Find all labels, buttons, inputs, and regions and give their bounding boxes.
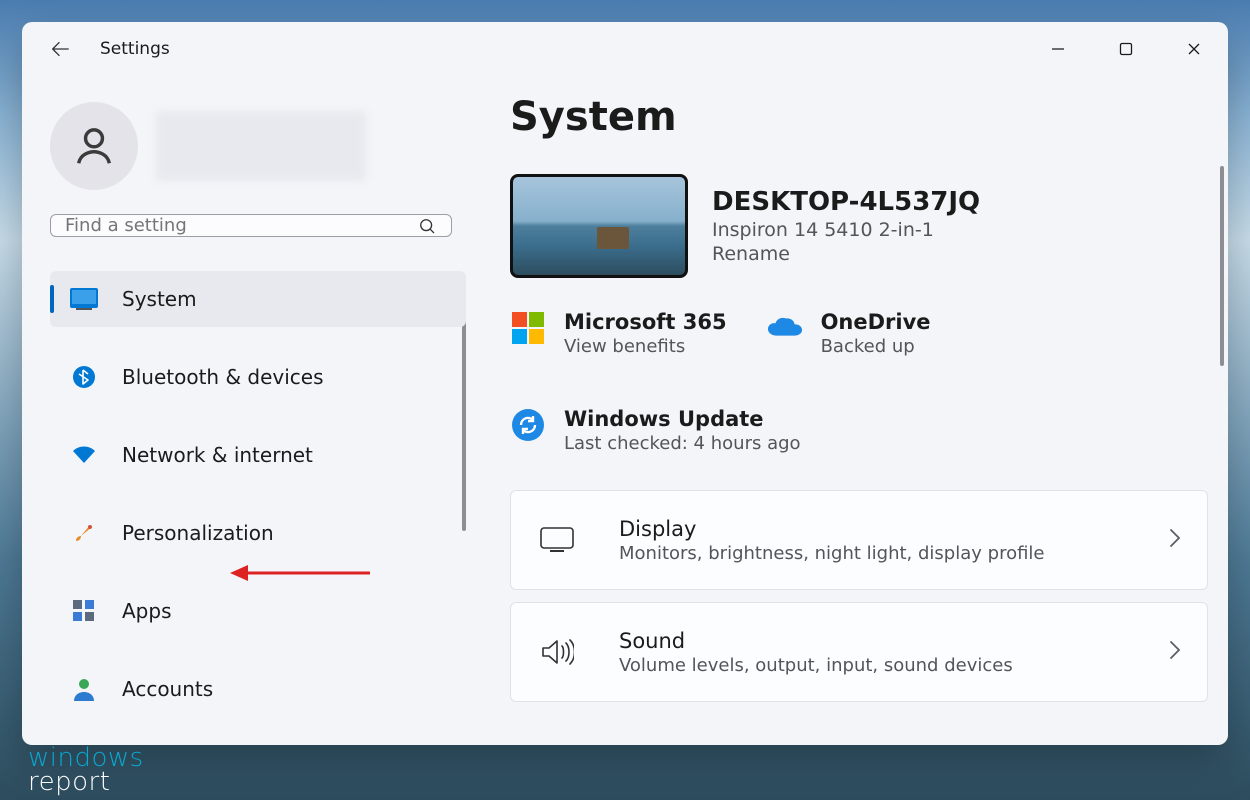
- pc-card: DESKTOP-4L537JQ Inspiron 14 5410 2-in-1 …: [510, 174, 1208, 278]
- tile-subtitle: Last checked: 4 hours ago: [564, 433, 801, 454]
- chevron-right-icon: [1169, 640, 1181, 664]
- pc-model: Inspiron 14 5410 2-in-1: [712, 219, 980, 241]
- setting-row-display[interactable]: Display Monitors, brightness, night ligh…: [510, 490, 1208, 590]
- sound-icon: [537, 632, 577, 672]
- close-icon: [1187, 42, 1201, 56]
- microsoft-logo-icon: [510, 310, 546, 346]
- nav: System Bluetooth & devices Network & int…: [50, 271, 466, 745]
- pc-name: DESKTOP-4L537JQ: [712, 187, 980, 217]
- avatar: [50, 102, 138, 190]
- setting-list: Display Monitors, brightness, night ligh…: [510, 490, 1208, 702]
- sidebar-item-label: Personalization: [122, 521, 274, 545]
- setting-row-title: Display: [619, 517, 1169, 541]
- profile-name-blurred: [156, 111, 366, 181]
- tile-title: OneDrive: [821, 310, 931, 334]
- setting-row-subtitle: Volume levels, output, input, sound devi…: [619, 655, 1169, 676]
- search-box[interactable]: [50, 214, 452, 237]
- tile-title: Windows Update: [564, 407, 801, 431]
- person-icon: [71, 123, 117, 169]
- main-scrollbar[interactable]: [1220, 166, 1224, 366]
- tile-microsoft365[interactable]: Microsoft 365 View benefits: [510, 310, 727, 357]
- apps-icon: [68, 595, 100, 627]
- close-button[interactable]: [1160, 27, 1228, 72]
- sidebar-item-personalization[interactable]: Personalization: [50, 505, 466, 561]
- paintbrush-icon: [68, 517, 100, 549]
- sidebar-item-accounts[interactable]: Accounts: [50, 661, 466, 717]
- sidebar-item-bluetooth[interactable]: Bluetooth & devices: [50, 349, 466, 405]
- tile-windows-update[interactable]: Windows Update Last checked: 4 hours ago: [510, 407, 1208, 454]
- bluetooth-icon: [68, 361, 100, 393]
- setting-row-sound[interactable]: Sound Volume levels, output, input, soun…: [510, 602, 1208, 702]
- setting-row-title: Sound: [619, 629, 1169, 653]
- titlebar: Settings: [22, 22, 1228, 76]
- app-title: Settings: [100, 39, 170, 59]
- watermark: windows report: [28, 747, 144, 794]
- search-icon: [417, 216, 437, 236]
- pc-wallpaper-thumbnail: [510, 174, 688, 278]
- annotation-arrow: [230, 563, 370, 583]
- sidebar-item-system[interactable]: System: [50, 271, 466, 327]
- maximize-button[interactable]: [1092, 27, 1160, 72]
- watermark-line2: report: [28, 767, 110, 797]
- sidebar-item-label: Bluetooth & devices: [122, 365, 324, 389]
- sidebar-item-network[interactable]: Network & internet: [50, 427, 466, 483]
- tile-onedrive[interactable]: OneDrive Backed up: [767, 310, 931, 357]
- display-icon: [68, 283, 100, 315]
- sidebar-item-label: System: [122, 287, 197, 311]
- tile-title: Microsoft 365: [564, 310, 727, 334]
- minimize-icon: [1051, 42, 1065, 56]
- onedrive-icon: [767, 310, 803, 346]
- sidebar-item-apps[interactable]: Apps: [50, 583, 466, 639]
- monitor-icon: [537, 520, 577, 560]
- arrow-left-icon: [49, 38, 71, 60]
- minimize-button[interactable]: [1024, 27, 1092, 72]
- account-icon: [68, 673, 100, 705]
- sidebar: System Bluetooth & devices Network & int…: [22, 76, 482, 745]
- chevron-right-icon: [1169, 528, 1181, 552]
- page-title: System: [510, 94, 1208, 140]
- wifi-icon: [68, 439, 100, 471]
- back-button[interactable]: [42, 31, 78, 67]
- rename-link[interactable]: Rename: [712, 243, 980, 265]
- sidebar-item-label: Accounts: [122, 677, 213, 701]
- sidebar-item-label: Network & internet: [122, 443, 313, 467]
- search-input[interactable]: [65, 215, 417, 236]
- settings-window: Settings: [22, 22, 1228, 745]
- main-panel: System DESKTOP-4L537JQ Inspiron 14 5410 …: [482, 76, 1228, 745]
- quick-tiles: Microsoft 365 View benefits OneDrive Bac…: [510, 310, 1208, 454]
- tile-subtitle: Backed up: [821, 336, 931, 357]
- maximize-icon: [1119, 42, 1133, 56]
- profile-block[interactable]: [50, 94, 466, 214]
- windows-update-icon: [510, 407, 546, 443]
- setting-row-subtitle: Monitors, brightness, night light, displ…: [619, 543, 1169, 564]
- sidebar-item-label: Apps: [122, 599, 172, 623]
- tile-subtitle: View benefits: [564, 336, 727, 357]
